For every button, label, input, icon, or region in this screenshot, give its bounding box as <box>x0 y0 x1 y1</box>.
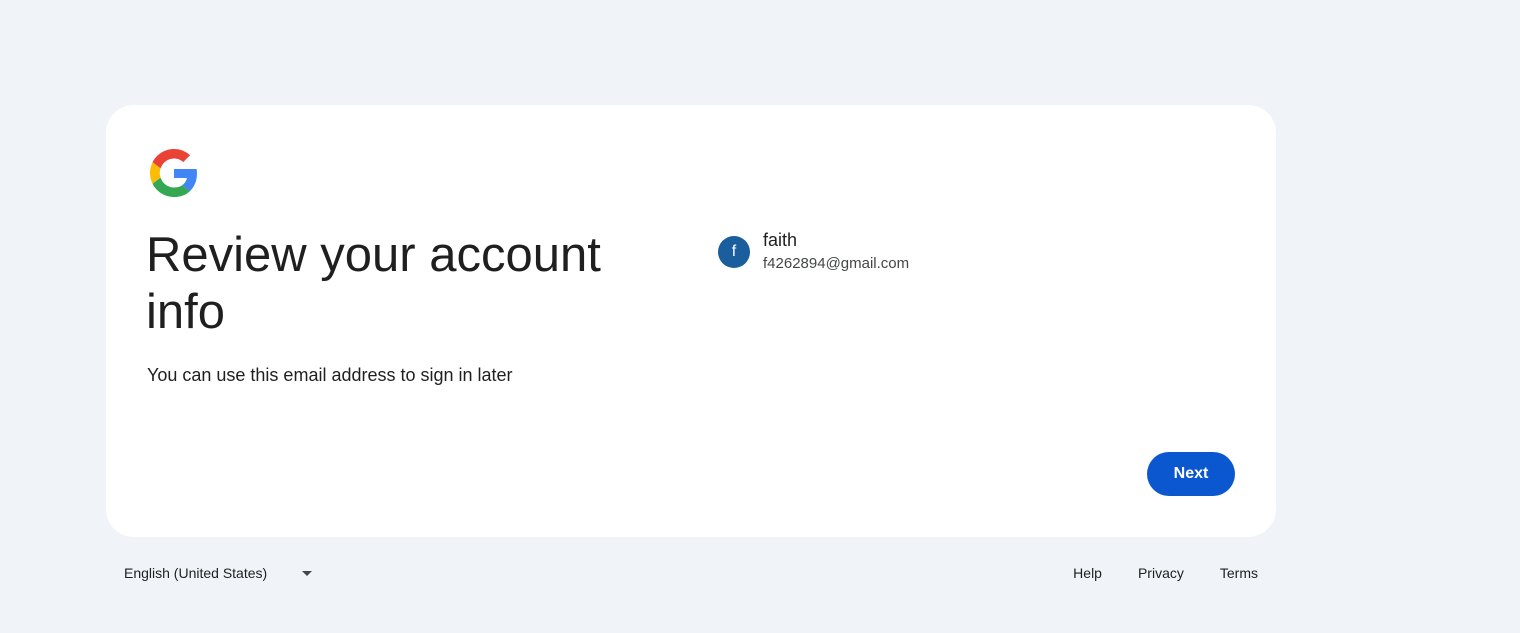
account-name: faith <box>763 230 798 250</box>
caret-down-icon <box>302 571 312 576</box>
google-logo-icon <box>150 149 197 197</box>
privacy-link[interactable]: Privacy <box>1120 555 1202 591</box>
account-email: f4262894@gmail.com <box>763 255 910 272</box>
language-select-label: English (United States) <box>124 565 268 581</box>
avatar: f <box>718 236 750 268</box>
account-details: faith f4262894@gmail.com <box>763 229 909 274</box>
sign-in-card: Review your account info You can use thi… <box>106 105 1276 537</box>
language-select[interactable]: English (United States) <box>114 555 324 591</box>
footer-links: Help Privacy Terms <box>1055 555 1276 591</box>
page-title: Review your account info <box>146 228 601 339</box>
account-chip: f faith f4262894@gmail.com <box>718 229 909 274</box>
next-button[interactable]: Next <box>1147 452 1235 496</box>
terms-link[interactable]: Terms <box>1202 555 1276 591</box>
help-link[interactable]: Help <box>1055 555 1120 591</box>
footer: English (United States) Help Privacy Ter… <box>106 555 1276 591</box>
page-subtitle: You can use this email address to sign i… <box>147 365 513 385</box>
